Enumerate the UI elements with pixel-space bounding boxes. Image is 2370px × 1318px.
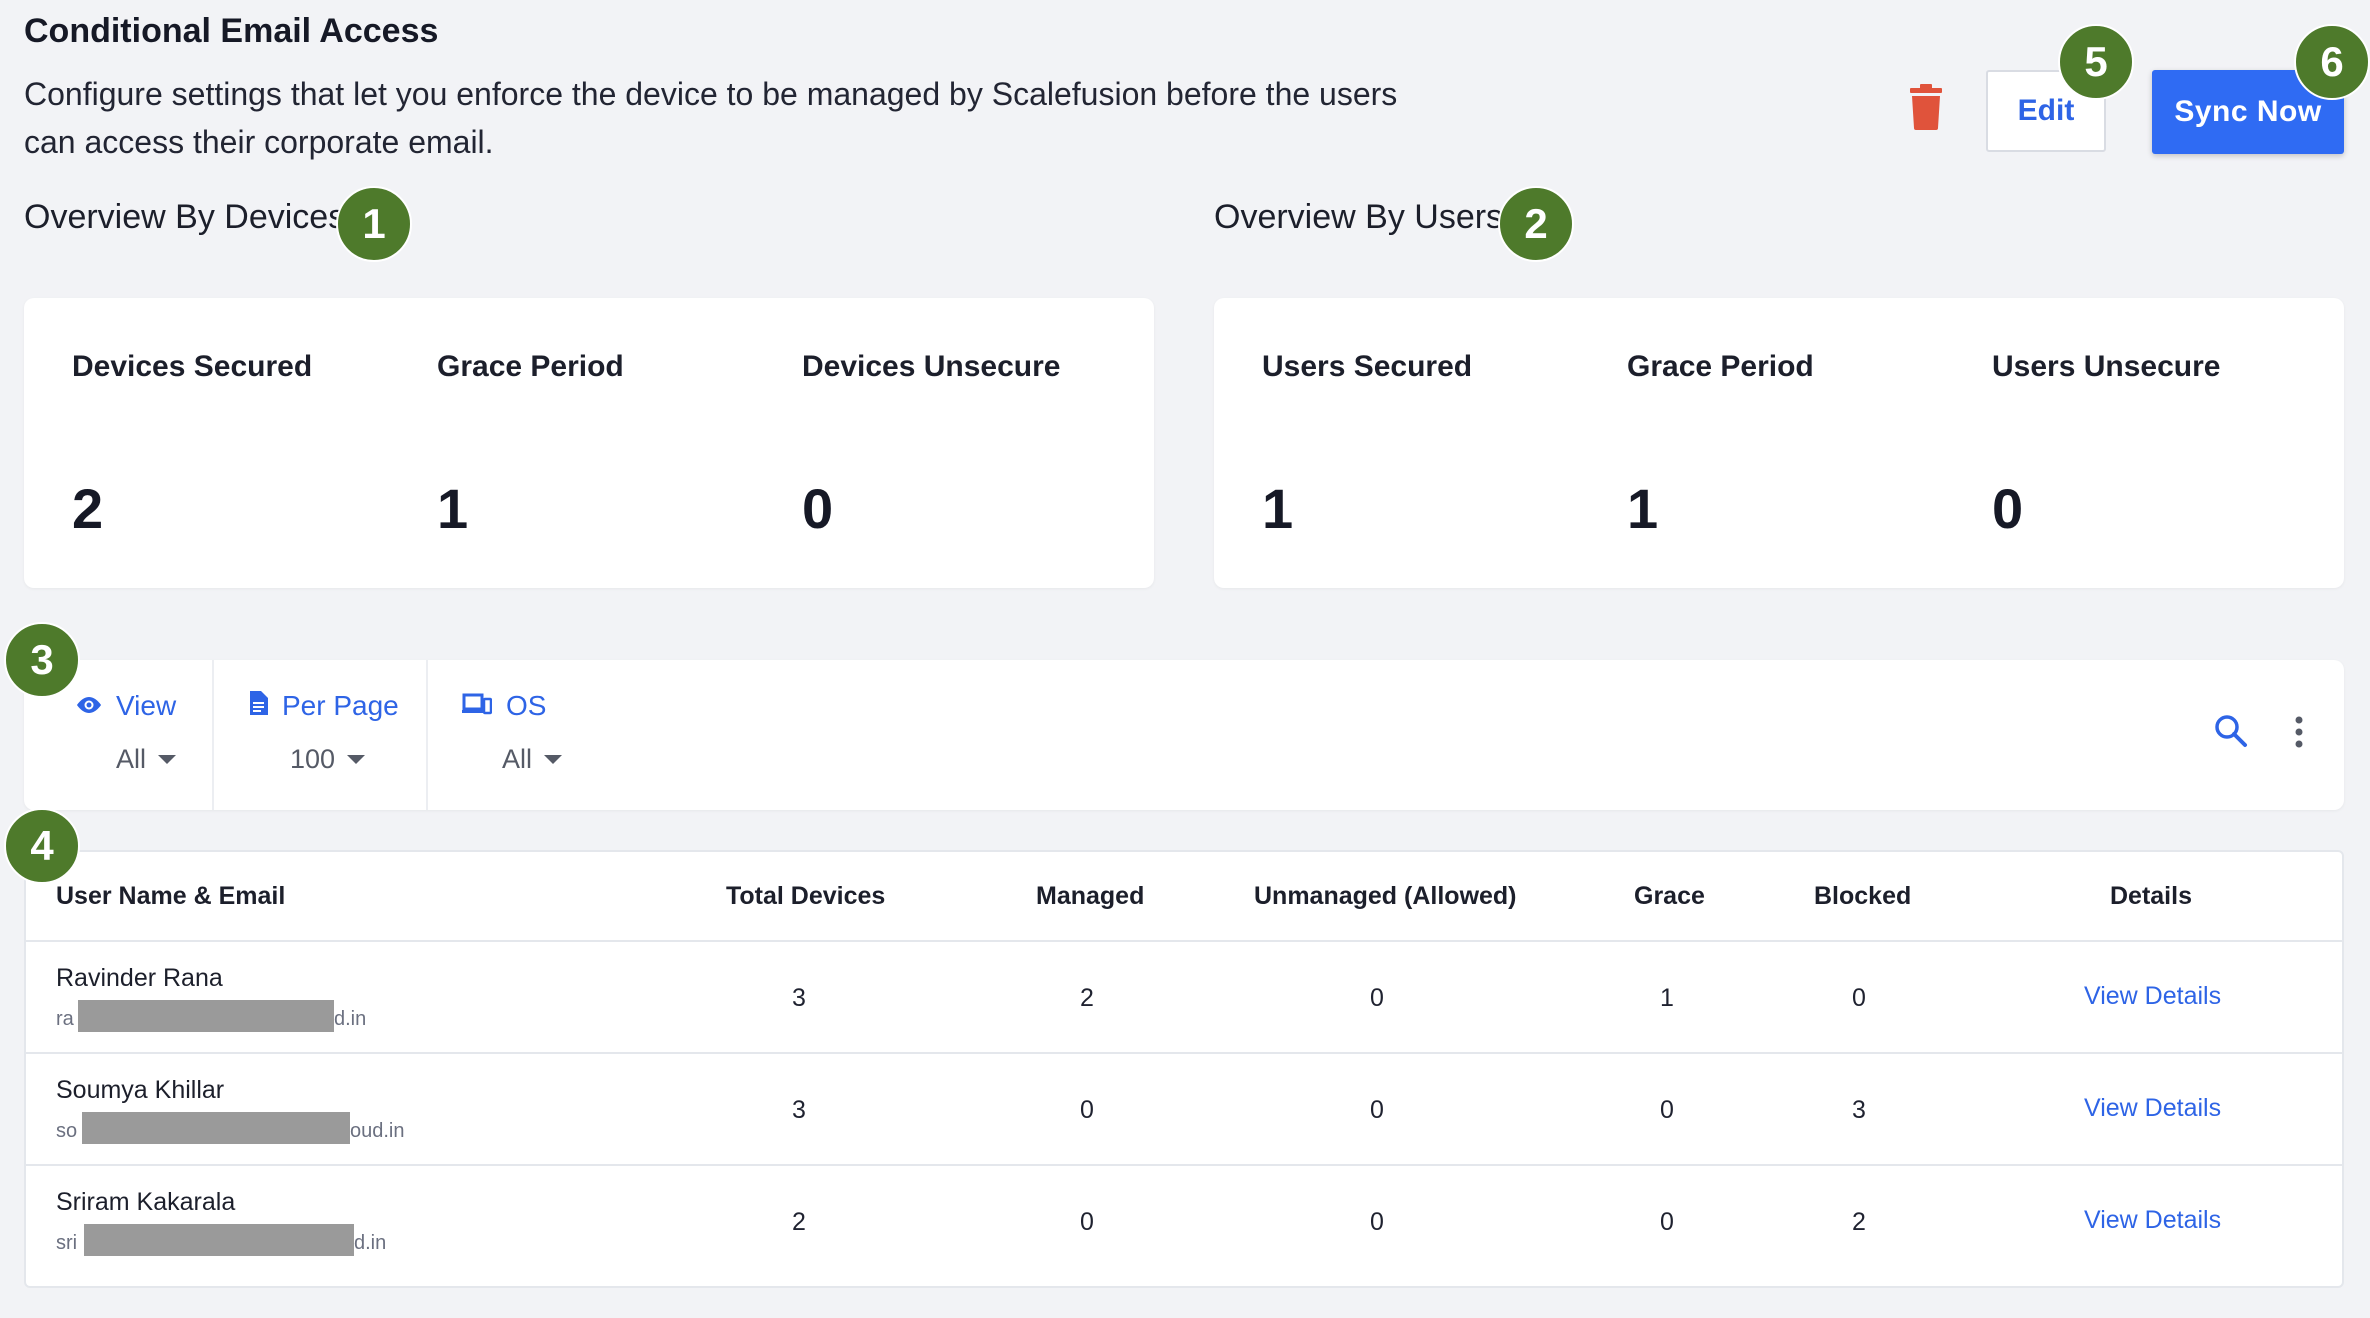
unmanaged-count: 0 — [1370, 1096, 1384, 1124]
grace-count: 0 — [1660, 1208, 1674, 1236]
user-email-end: d.in — [334, 1008, 367, 1030]
stat-value-devices-secured: 2 — [72, 477, 104, 540]
annotation-badge-6: 6 — [2294, 24, 2370, 100]
annotation-badge-1: 1 — [336, 186, 412, 262]
unmanaged-count: 0 — [1370, 1208, 1384, 1236]
page-description: Configure settings that let you enforce … — [24, 76, 1398, 160]
user-email-end: d.in — [354, 1232, 387, 1254]
column-header-blocked: Blocked — [1814, 882, 1912, 910]
stat-value-devices-unsecure: 0 — [802, 477, 834, 540]
stat-value-users-unsecure: 0 — [1992, 477, 2024, 540]
managed-count: 0 — [1080, 1208, 1094, 1236]
chevron-down-icon — [544, 755, 563, 764]
view-details-link[interactable]: View Details — [2084, 1206, 2221, 1235]
filter-os-value: All — [502, 744, 533, 774]
total-devices: 2 — [792, 1208, 806, 1236]
stat-value-grace-period: 1 — [437, 477, 469, 540]
filter-view-value: All — [116, 744, 147, 774]
filter-per-page-value: 100 — [290, 744, 336, 774]
stat-value-users-secured: 1 — [1262, 477, 1294, 540]
annotation-badge-2: 2 — [1498, 186, 1574, 262]
delete-trash-icon[interactable] — [1908, 84, 1944, 130]
filter-view-label: View — [116, 690, 177, 721]
filter-divider — [426, 660, 428, 810]
search-icon[interactable] — [2214, 714, 2248, 753]
view-details-link[interactable]: View Details — [2084, 982, 2221, 1011]
stat-label-grace-period: Grace Period — [437, 350, 624, 383]
page-title: Conditional Email Access — [24, 12, 439, 50]
column-header-user: User Name & Email — [56, 882, 286, 910]
user-name: Soumya Khillar — [56, 1076, 225, 1104]
user-email-start: ra — [56, 1008, 74, 1030]
overview-users-title: Overview By Users — [1214, 198, 1504, 236]
total-devices: 3 — [792, 984, 806, 1012]
stat-label-users-unsecure: Users Unsecure — [1992, 350, 2221, 383]
column-header-unmanaged: Unmanaged (Allowed) — [1254, 882, 1517, 910]
chevron-down-icon — [158, 755, 177, 764]
table-row: Soumya Khillar so oud.in 3 0 0 0 3 View … — [26, 1054, 2342, 1164]
annotation-badge-3: 3 — [4, 622, 80, 698]
view-details-link[interactable]: View Details — [2084, 1094, 2221, 1123]
filter-divider — [212, 660, 214, 810]
more-vertical-icon[interactable] — [2294, 716, 2304, 753]
stat-label-devices-secured: Devices Secured — [72, 350, 313, 383]
stat-value-grace-period: 1 — [1627, 477, 1659, 540]
column-header-total-devices: Total Devices — [726, 882, 886, 910]
email-redaction — [82, 1112, 350, 1144]
filter-per-page[interactable]: Per Page 100 — [248, 690, 399, 775]
filter-per-page-label: Per Page — [282, 690, 399, 721]
devices-overview-card: Devices Secured Grace Period Devices Uns… — [24, 298, 1154, 588]
overview-devices-title: Overview By Devices — [24, 198, 346, 236]
total-devices: 3 — [792, 1096, 806, 1124]
filter-view[interactable]: View All — [76, 690, 176, 775]
unmanaged-count: 0 — [1370, 984, 1384, 1012]
chevron-down-icon — [347, 755, 366, 764]
table-row: Sriram Kakarala sri d.in 2 0 0 0 2 View … — [26, 1166, 2342, 1276]
user-name: Ravinder Rana — [56, 964, 223, 992]
stat-label-devices-unsecure: Devices Unsecure — [802, 350, 1061, 383]
users-overview-card: Users Secured Grace Period Users Unsecur… — [1214, 298, 2344, 588]
grace-count: 1 — [1660, 984, 1674, 1012]
annotation-badge-4: 4 — [4, 808, 80, 884]
eye-icon — [76, 690, 102, 722]
blocked-count: 3 — [1852, 1096, 1866, 1124]
blocked-count: 2 — [1852, 1208, 1866, 1236]
users-table: User Name & Email Total Devices Managed … — [24, 850, 2344, 1288]
filter-bar: View All Per Page 100 OS All — [24, 660, 2344, 810]
grace-count: 0 — [1660, 1096, 1674, 1124]
managed-count: 0 — [1080, 1096, 1094, 1124]
user-email-start: so — [56, 1120, 78, 1142]
blocked-count: 0 — [1852, 984, 1866, 1012]
document-icon — [248, 690, 268, 722]
email-redaction — [78, 1000, 334, 1032]
user-email-start: sri — [56, 1232, 78, 1254]
filter-os[interactable]: OS All — [462, 690, 563, 775]
annotation-badge-5: 5 — [2058, 24, 2134, 100]
column-header-grace: Grace — [1634, 882, 1705, 910]
table-row: Ravinder Rana ra d.in 3 2 0 1 0 View Det… — [26, 942, 2342, 1052]
filter-os-label: OS — [506, 690, 547, 721]
stat-label-grace-period: Grace Period — [1627, 350, 1814, 383]
user-email-end: oud.in — [350, 1120, 405, 1142]
email-redaction — [84, 1224, 354, 1256]
stat-label-users-secured: Users Secured — [1262, 350, 1473, 383]
user-name: Sriram Kakarala — [56, 1188, 236, 1216]
column-header-details: Details — [2110, 882, 2192, 910]
column-header-managed: Managed — [1036, 882, 1145, 910]
devices-icon — [462, 690, 493, 722]
managed-count: 2 — [1080, 984, 1094, 1012]
